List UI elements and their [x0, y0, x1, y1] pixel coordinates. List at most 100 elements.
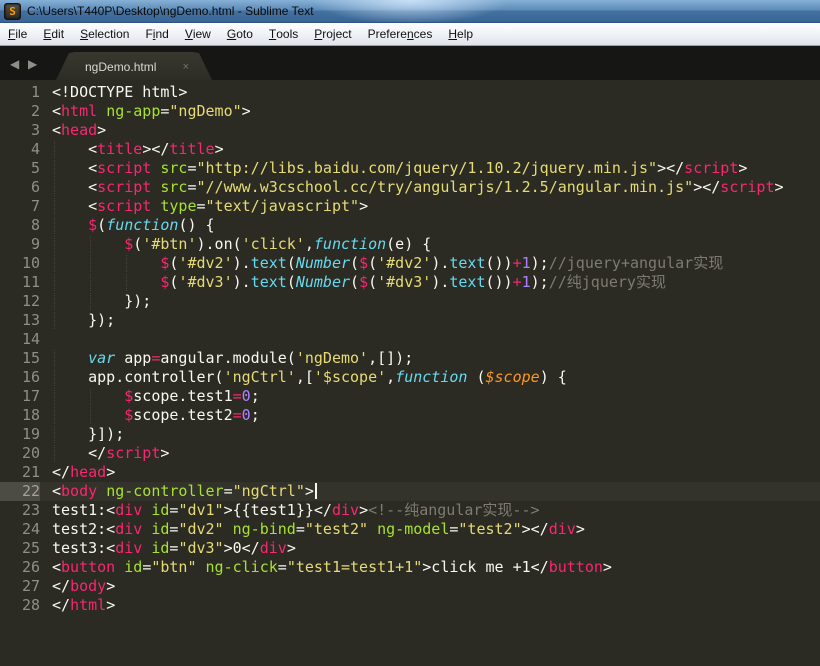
code-text[interactable]: </html>: [52, 596, 820, 615]
code-text[interactable]: <body ng-controller="ngCtrl">: [52, 482, 820, 501]
line-number[interactable]: 24: [0, 520, 40, 539]
line-number[interactable]: 21: [0, 463, 40, 482]
code-text[interactable]: <button id="btn" ng-click="test1=test1+1…: [52, 558, 820, 577]
code-text[interactable]: });: [52, 311, 820, 330]
line-number[interactable]: 9: [0, 235, 40, 254]
line-number[interactable]: 3: [0, 121, 40, 140]
menu-file[interactable]: File: [0, 23, 35, 45]
line-number[interactable]: 28: [0, 596, 40, 615]
line-number[interactable]: 15: [0, 349, 40, 368]
line-number[interactable]: 11: [0, 273, 40, 292]
menu-preferences[interactable]: Prefere n ces: [360, 23, 441, 45]
code-line-23[interactable]: 23 test1:<div id="dv1">{{test1}}</div><!-…: [0, 501, 820, 520]
code-line-13[interactable]: 13 });: [0, 311, 820, 330]
code-text[interactable]: test1:<div id="dv1">{{test1}}</div><!--纯…: [52, 501, 820, 520]
code-line-21[interactable]: 21 </head>: [0, 463, 820, 482]
code-line-25[interactable]: 25 test3:<div id="dv3">0</div>: [0, 539, 820, 558]
code-line-1[interactable]: 1 <!DOCTYPE html>: [0, 83, 820, 102]
code-text[interactable]: $('#dv3').text(Number($('#dv3').text())+…: [52, 273, 820, 292]
code-line-18[interactable]: 18 $scope.test2=0;: [0, 406, 820, 425]
editor[interactable]: 1 <!DOCTYPE html> 2 <html ng-app="ngDemo"> 3…: [0, 80, 820, 666]
code-text[interactable]: </script>: [52, 444, 820, 463]
code-text[interactable]: <head>: [52, 121, 820, 140]
line-number[interactable]: 27: [0, 577, 40, 596]
code-line-6[interactable]: 6 <script src="//www.w3cschool.cc/try/an…: [0, 178, 820, 197]
line-number[interactable]: 17: [0, 387, 40, 406]
code-line-22[interactable]: 22 <body ng-controller="ngCtrl">: [0, 482, 820, 501]
line-number[interactable]: 13: [0, 311, 40, 330]
code-text[interactable]: });: [52, 292, 820, 311]
line-number[interactable]: 1: [0, 83, 40, 102]
line-number[interactable]: 7: [0, 197, 40, 216]
code-line-11[interactable]: 11 $('#dv3').text(Number($('#dv3').text(…: [0, 273, 820, 292]
code-text[interactable]: app.controller('ngCtrl',['$scope',functi…: [52, 368, 820, 387]
code-text[interactable]: $('#btn').on('click',function(e) {: [52, 235, 820, 254]
code-line-8[interactable]: 8 $(function() {: [0, 216, 820, 235]
code-line-2[interactable]: 2 <html ng-app="ngDemo">: [0, 102, 820, 121]
code-line-24[interactable]: 24 test2:<div id="dv2" ng-bind="test2" ng…: [0, 520, 820, 539]
code-text[interactable]: [52, 330, 820, 349]
code-line-27[interactable]: 27 </body>: [0, 577, 820, 596]
tab-ngdemo[interactable]: ngDemo.html ×: [55, 52, 213, 82]
code-area[interactable]: 1 <!DOCTYPE html> 2 <html ng-app="ngDemo"> 3…: [0, 83, 820, 615]
menu-project[interactable]: Project: [306, 23, 359, 45]
code-line-3[interactable]: 3 <head>: [0, 121, 820, 140]
code-text[interactable]: test2:<div id="dv2" ng-bind="test2" ng-m…: [52, 520, 820, 539]
menu-tools[interactable]: Tools: [261, 23, 306, 45]
code-line-7[interactable]: 7 <script type="text/javascript">: [0, 197, 820, 216]
line-number[interactable]: 6: [0, 178, 40, 197]
code-text[interactable]: $scope.test1=0;: [52, 387, 820, 406]
code-text[interactable]: <html ng-app="ngDemo">: [52, 102, 820, 121]
line-number[interactable]: 5: [0, 159, 40, 178]
code-line-17[interactable]: 17 $scope.test1=0;: [0, 387, 820, 406]
code-text[interactable]: <script src="//www.w3cschool.cc/try/angu…: [52, 178, 820, 197]
code-text[interactable]: <title></title>: [52, 140, 820, 159]
line-number[interactable]: 12: [0, 292, 40, 311]
sublime-icon[interactable]: S: [4, 2, 21, 20]
line-number[interactable]: 26: [0, 558, 40, 577]
code-text[interactable]: test3:<div id="dv3">0</div>: [52, 539, 820, 558]
code-line-9[interactable]: 9 $('#btn').on('click',function(e) {: [0, 235, 820, 254]
code-line-15[interactable]: 15 var app=angular.module('ngDemo',[]);: [0, 349, 820, 368]
code-line-10[interactable]: 10 $('#dv2').text(Number($('#dv2').text(…: [0, 254, 820, 273]
code-line-19[interactable]: 19 }]);: [0, 425, 820, 444]
code-text[interactable]: <script src="http://libs.baidu.com/jquer…: [52, 159, 820, 178]
line-number[interactable]: 2: [0, 102, 40, 121]
code-text[interactable]: }]);: [52, 425, 820, 444]
line-number[interactable]: 10: [0, 254, 40, 273]
code-text[interactable]: <!DOCTYPE html>: [52, 83, 820, 102]
tab-close-icon[interactable]: ×: [183, 61, 189, 73]
tab-nav-forward-icon[interactable]: ▶: [28, 55, 37, 73]
code-line-14[interactable]: 14: [0, 330, 820, 349]
code-line-28[interactable]: 28 </html>: [0, 596, 820, 615]
title-bar[interactable]: S C:\Users\T440P\Desktop\ngDemo.html - S…: [0, 0, 820, 23]
code-text[interactable]: <script type="text/javascript">: [52, 197, 820, 216]
code-text[interactable]: $scope.test2=0;: [52, 406, 820, 425]
line-number[interactable]: 4: [0, 140, 40, 159]
code-line-4[interactable]: 4 <title></title>: [0, 140, 820, 159]
code-line-20[interactable]: 20 </script>: [0, 444, 820, 463]
code-text[interactable]: var app=angular.module('ngDemo',[]);: [52, 349, 820, 368]
line-number[interactable]: 20: [0, 444, 40, 463]
code-text[interactable]: </head>: [52, 463, 820, 482]
menu-goto[interactable]: Goto: [219, 23, 261, 45]
code-line-5[interactable]: 5 <script src="http://libs.baidu.com/jqu…: [0, 159, 820, 178]
line-number[interactable]: 8: [0, 216, 40, 235]
code-line-16[interactable]: 16 app.controller('ngCtrl',['$scope',fun…: [0, 368, 820, 387]
line-number[interactable]: 25: [0, 539, 40, 558]
line-number[interactable]: 23: [0, 501, 40, 520]
code-text[interactable]: $('#dv2').text(Number($('#dv2').text())+…: [52, 254, 820, 273]
line-number[interactable]: 19: [0, 425, 40, 444]
line-number[interactable]: 22: [0, 482, 40, 501]
code-text[interactable]: $(function() {: [52, 216, 820, 235]
code-text[interactable]: </body>: [52, 577, 820, 596]
menu-find[interactable]: Fi nd: [137, 23, 176, 45]
menu-view[interactable]: View: [177, 23, 219, 45]
line-number[interactable]: 18: [0, 406, 40, 425]
menu-edit[interactable]: Edit: [35, 23, 72, 45]
menu-help[interactable]: Help: [440, 23, 481, 45]
code-line-12[interactable]: 12 });: [0, 292, 820, 311]
code-line-26[interactable]: 26 <button id="btn" ng-click="test1=test1…: [0, 558, 820, 577]
menu-selection[interactable]: Selection: [72, 23, 137, 45]
line-number[interactable]: 16: [0, 368, 40, 387]
